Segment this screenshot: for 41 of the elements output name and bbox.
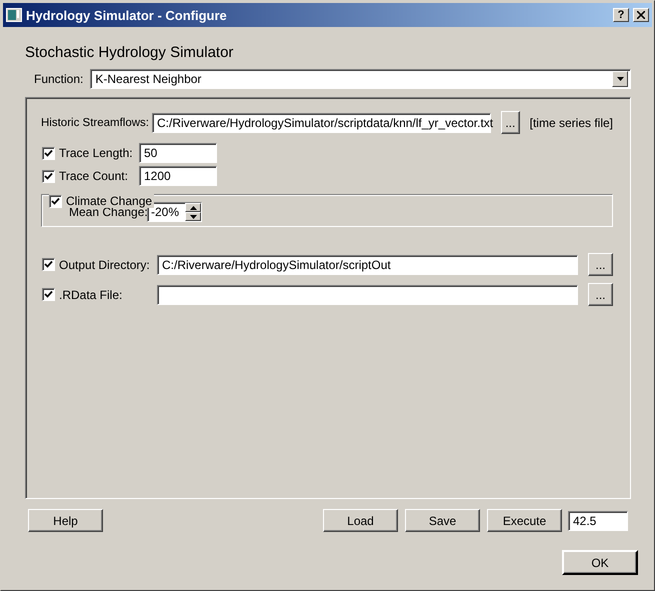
function-label: Function: bbox=[34, 72, 84, 86]
number-field[interactable]: 1200 bbox=[139, 166, 217, 186]
action-button[interactable]: Execute bbox=[487, 509, 562, 532]
app-icon bbox=[6, 8, 22, 22]
checkmark-icon bbox=[51, 196, 60, 206]
checkmark-icon bbox=[44, 172, 53, 180]
action-button[interactable]: Load bbox=[323, 509, 398, 532]
browse-button[interactable]: ... bbox=[588, 253, 613, 276]
checkmark-icon bbox=[44, 290, 53, 299]
up-arrow-icon bbox=[190, 206, 196, 210]
checkmark-icon bbox=[44, 260, 53, 269]
browse-button[interactable]: ... bbox=[501, 111, 520, 134]
path-field[interactable]: C:/Riverware/HydrologySimulator/scriptOut bbox=[157, 254, 578, 274]
function-dropdown[interactable]: K-Nearest Neighbor bbox=[90, 69, 631, 89]
number-field[interactable]: 50 bbox=[139, 143, 217, 163]
path-field[interactable] bbox=[157, 284, 578, 304]
close-button[interactable] bbox=[633, 8, 649, 22]
down-arrow-icon bbox=[190, 214, 196, 218]
browse-button[interactable]: ... bbox=[588, 283, 613, 306]
ok-button[interactable]: OK bbox=[562, 550, 638, 575]
help-button[interactable]: ? bbox=[613, 8, 629, 22]
window-title: Hydrology Simulator - Configure bbox=[26, 8, 228, 22]
checkbox[interactable] bbox=[42, 170, 55, 182]
dialog-heading: Stochastic Hydrology Simulator bbox=[25, 44, 234, 61]
field-label: Output Directory: bbox=[59, 258, 151, 272]
checkbox[interactable] bbox=[42, 146, 55, 160]
path-field[interactable]: C:/Riverware/HydrologySimulator/scriptdata/knn/lf_yr_vector.txt bbox=[152, 112, 491, 132]
close-icon bbox=[637, 11, 645, 19]
help-button[interactable]: Help bbox=[28, 509, 103, 532]
field-label: Trace Length: bbox=[59, 146, 134, 160]
down-arrow-icon bbox=[616, 77, 624, 81]
field-label: Historic Streamflows: bbox=[41, 116, 150, 128]
checkbox[interactable] bbox=[42, 288, 55, 301]
hint-text: [time series file] bbox=[530, 116, 613, 130]
result-field[interactable]: 42.5 bbox=[568, 510, 628, 530]
checkbox[interactable] bbox=[49, 194, 62, 208]
checkbox[interactable] bbox=[42, 258, 55, 271]
checkmark-icon bbox=[44, 148, 53, 158]
field-label: .RData File: bbox=[59, 288, 124, 302]
field-label: Trace Count: bbox=[59, 169, 129, 183]
action-button[interactable]: Save bbox=[405, 509, 480, 532]
